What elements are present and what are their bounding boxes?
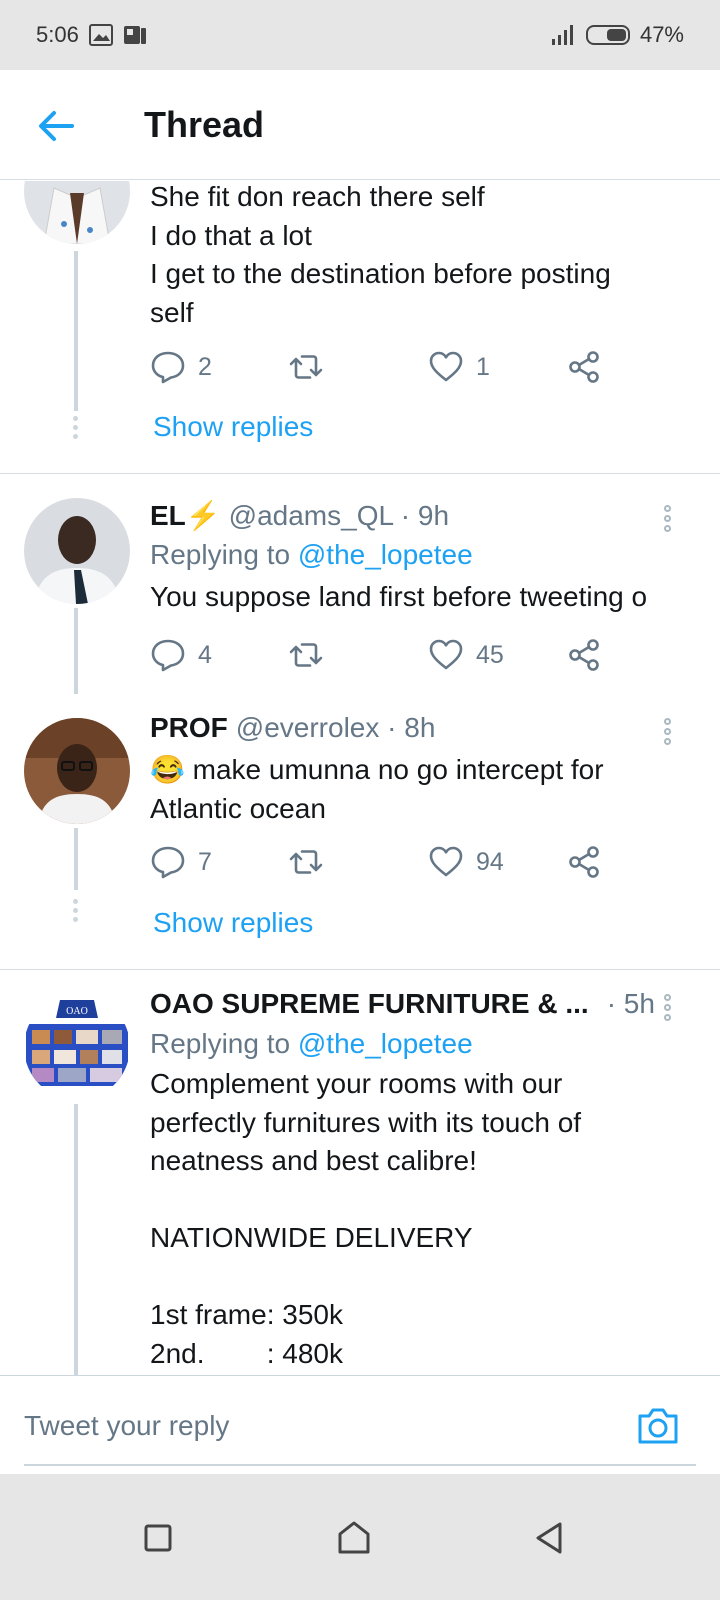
retweet-icon <box>289 643 323 667</box>
battery-icon <box>585 25 630 45</box>
tweet-header: EL⚡ @adams_QL · 9h <box>150 499 449 532</box>
page-title: Thread <box>144 104 265 145</box>
camera-icon[interactable] <box>636 1406 680 1446</box>
retweet-button[interactable] <box>288 637 324 673</box>
tweet-text: Complement your rooms with our perfectly… <box>150 1068 582 1369</box>
tweet-text: You suppose land first before tweeting o <box>150 581 648 612</box>
retweet-icon <box>289 355 323 379</box>
header: Thread <box>0 70 720 180</box>
reply-bar: Tweet your reply <box>0 1375 720 1474</box>
replying-to-link[interactable]: @the_lopetee <box>298 1028 473 1059</box>
signal-icon <box>550 23 576 47</box>
thread-line <box>74 251 78 411</box>
image-icon <box>88 24 113 46</box>
thread-line <box>74 1104 78 1375</box>
author-name[interactable]: PROF <box>150 712 228 744</box>
like-count: 94 <box>476 847 504 876</box>
reply-count: 2 <box>198 352 212 381</box>
replying-prefix: Replying to <box>150 539 291 570</box>
avatar[interactable]: OAO <box>24 994 130 1100</box>
show-replies-link[interactable]: Show replies <box>153 411 313 443</box>
tweet-actions: 2 1 <box>150 349 620 389</box>
thread-feed[interactable]: She fit don reach there self I do that a… <box>0 181 720 1375</box>
battery-percent: 47% <box>639 22 684 47</box>
thread-line <box>74 828 78 890</box>
share-icon <box>569 639 599 671</box>
more-icon[interactable] <box>660 994 674 1024</box>
show-replies-link[interactable]: Show replies <box>153 907 313 939</box>
reply-icon <box>151 846 185 879</box>
recents-icon[interactable] <box>138 1518 178 1558</box>
reply-button[interactable]: 2 <box>150 349 212 385</box>
status-bar: 5:06 47% <box>0 0 720 70</box>
thread-dots <box>73 899 79 926</box>
share-button[interactable] <box>566 349 602 385</box>
like-icon <box>429 639 463 670</box>
replying-to: Replying to @the_lopetee <box>150 539 473 571</box>
retweet-icon <box>289 850 323 874</box>
more-icon[interactable] <box>660 505 674 535</box>
news-icon <box>123 24 147 46</box>
tweet-actions: 7 94 <box>150 844 620 884</box>
like-count: 1 <box>476 352 490 381</box>
replying-to: Replying to @the_lopetee <box>150 1028 473 1060</box>
like-count: 45 <box>476 640 504 669</box>
avatar[interactable] <box>24 718 130 824</box>
tweet-header: OAO SUPREME FURNITURE & ... · 5h <box>150 988 655 1020</box>
retweet-button[interactable] <box>288 844 324 880</box>
like-button[interactable]: 1 <box>428 349 490 385</box>
home-icon[interactable] <box>334 1518 374 1558</box>
reply-underline <box>24 1464 696 1466</box>
replying-to-link[interactable]: @the_lopetee <box>298 539 473 570</box>
reply-button[interactable]: 4 <box>150 637 212 673</box>
author-name[interactable]: EL⚡ <box>150 499 221 532</box>
replying-prefix: Replying to <box>150 1028 291 1059</box>
back-nav-icon[interactable] <box>530 1518 570 1558</box>
author-handle[interactable]: @everrolex · 8h <box>236 712 436 744</box>
tweet[interactable]: PROF @everrolex · 8h 😂 make umunna no go… <box>0 694 720 969</box>
share-icon <box>569 351 599 383</box>
tweet[interactable]: OAO OAO SUPREME FURNITURE & ... · 5h Rep… <box>0 970 720 1375</box>
reply-icon <box>151 639 185 672</box>
share-icon <box>569 846 599 878</box>
thread-line <box>74 608 78 694</box>
avatar[interactable] <box>24 181 130 244</box>
more-icon[interactable] <box>660 718 674 748</box>
share-button[interactable] <box>566 637 602 673</box>
tweet[interactable]: She fit don reach there self I do that a… <box>0 181 720 473</box>
back-arrow-icon[interactable] <box>36 108 76 144</box>
author-name[interactable]: OAO SUPREME FURNITURE & ... <box>150 988 589 1020</box>
like-button[interactable]: 45 <box>428 637 504 673</box>
tweet-text: 😂 make umunna no go intercept for Atlant… <box>150 754 604 824</box>
like-icon <box>429 351 463 382</box>
like-icon <box>429 846 463 877</box>
avatar-brand-text: OAO <box>66 1006 88 1017</box>
tweet[interactable]: EL⚡ @adams_QL · 9h Replying to @the_lope… <box>0 474 720 694</box>
status-time: 5:06 <box>36 22 79 47</box>
avatar[interactable] <box>24 498 130 604</box>
system-nav-bar <box>0 1474 720 1600</box>
author-handle[interactable]: @adams_QL · 9h <box>229 500 449 532</box>
retweet-button[interactable] <box>288 349 324 385</box>
tweet-time[interactable]: · 5h <box>607 988 655 1020</box>
reply-button[interactable]: 7 <box>150 844 212 880</box>
reply-icon <box>151 351 185 384</box>
like-button[interactable]: 94 <box>428 844 504 880</box>
tweet-actions: 4 45 <box>150 637 620 677</box>
share-button[interactable] <box>566 844 602 880</box>
reply-input[interactable]: Tweet your reply <box>24 1410 229 1442</box>
thread-dots <box>73 416 79 443</box>
reply-count: 7 <box>198 847 212 876</box>
tweet-text: She fit don reach there self I do that a… <box>150 181 611 328</box>
reply-count: 4 <box>198 640 212 669</box>
tweet-header: PROF @everrolex · 8h <box>150 712 435 744</box>
